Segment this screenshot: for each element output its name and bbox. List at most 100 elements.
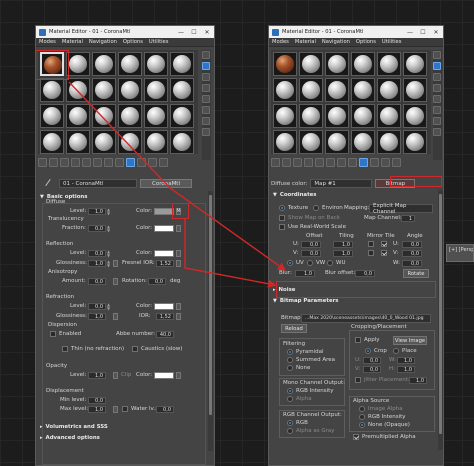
material-sample-slot[interactable] [273, 130, 297, 154]
material-sample-slot[interactable] [299, 130, 323, 154]
material-sample-slot[interactable] [403, 52, 427, 76]
refraction-level-input[interactable]: 0,0 [88, 303, 106, 310]
spinner-arrows-icon[interactable]: ▲ ▼ [107, 260, 111, 268]
thin-checkbox[interactable] [62, 346, 68, 352]
jitter-placement-checkbox[interactable] [355, 377, 361, 383]
make-unique-icon[interactable] [93, 158, 102, 167]
menu-modes[interactable]: Modes [272, 39, 289, 45]
show-end-result-icon[interactable] [370, 158, 379, 167]
crop-u-input[interactable]: 0,0 [363, 357, 381, 364]
rollout-noise[interactable]: ▸ Noise [273, 286, 295, 294]
material-sample-slot[interactable] [40, 104, 64, 128]
material-sample-slot[interactable] [92, 130, 116, 154]
material-sample-slot[interactable] [144, 130, 168, 154]
material-sample-slot[interactable] [92, 52, 116, 76]
material-sample-slot[interactable] [170, 78, 194, 102]
premultiplied-alpha-checkbox[interactable] [353, 434, 359, 440]
minimize-button[interactable]: — [177, 29, 185, 36]
apply-checkbox[interactable] [355, 337, 361, 343]
menu-modes[interactable]: Modes [39, 39, 56, 45]
eyedropper-icon[interactable] [45, 178, 55, 189]
menu-material[interactable]: Material [62, 39, 83, 45]
glossiness-map-button[interactable] [113, 260, 118, 267]
material-sample-slot[interactable] [273, 52, 297, 76]
material-sample-slot[interactable] [66, 52, 90, 76]
diffuse-map-button[interactable]: M [176, 208, 181, 215]
maximize-button[interactable]: ☐ [419, 29, 427, 36]
material-sample-slot[interactable] [377, 52, 401, 76]
go-forward-sibling-icon[interactable] [392, 158, 401, 167]
fraction-input[interactable]: 0,0 [88, 225, 106, 232]
material-sample-slot[interactable] [273, 78, 297, 102]
background-icon[interactable] [433, 73, 441, 81]
place-radio[interactable] [393, 348, 399, 354]
close-button[interactable]: ✕ [203, 29, 211, 36]
fresnel-map-button[interactable] [176, 260, 181, 267]
translucency-map-button[interactable] [176, 225, 181, 232]
none-opaque-radio[interactable] [359, 422, 365, 428]
amount-input[interactable]: 0,0 [88, 278, 106, 285]
material-sample-slot[interactable] [144, 52, 168, 76]
rollout-advanced-options[interactable]: ▸ Advanced options [40, 434, 100, 442]
minimize-button[interactable]: — [406, 29, 414, 36]
crop-w-input[interactable]: 1,0 [397, 357, 415, 364]
scrollbar-thumb[interactable] [209, 195, 212, 415]
background-icon[interactable] [202, 73, 210, 81]
mono-rgb-intensity-radio[interactable] [287, 388, 293, 394]
menu-material[interactable]: Material [295, 39, 316, 45]
v-mirror-checkbox[interactable] [368, 250, 374, 256]
show-shaded-icon[interactable] [359, 158, 368, 167]
bitmap-path-button[interactable]: ...Max 2020\sceneassets\images\40_0_Wood… [301, 314, 431, 323]
crop-v-input[interactable]: 0,0 [363, 366, 381, 373]
material-sample-slot[interactable] [403, 78, 427, 102]
material-sample-slot[interactable] [66, 130, 90, 154]
material-sample-slot[interactable] [377, 78, 401, 102]
reflection-color-swatch[interactable] [154, 250, 174, 257]
reflection-glossiness-input[interactable]: 1,0 [88, 260, 106, 267]
go-to-parent-icon[interactable] [381, 158, 390, 167]
rotation-input[interactable]: 0,0 [148, 278, 166, 285]
rollout-volumetrics-sss[interactable]: ▸ Volumetrics and SSS [40, 423, 108, 431]
material-sample-slot[interactable] [273, 104, 297, 128]
material-sample-slot[interactable] [299, 52, 323, 76]
spinner-arrows-icon[interactable]: ▲ ▼ [107, 225, 111, 233]
alpha-as-gray-radio[interactable] [287, 428, 293, 434]
max-level-input[interactable]: 1,0 [88, 406, 106, 413]
crop-h-input[interactable]: 1,0 [397, 366, 415, 373]
maximize-button[interactable]: ☐ [190, 29, 198, 36]
assign-to-selection-icon[interactable] [293, 158, 302, 167]
refraction-glossiness-map-button[interactable] [113, 313, 118, 320]
material-sample-slot[interactable] [66, 78, 90, 102]
opacity-color-swatch[interactable] [154, 372, 174, 379]
select-by-material-icon[interactable] [433, 128, 441, 136]
refraction-map-button[interactable] [176, 303, 181, 310]
opacity-level-input[interactable]: 1,0 [88, 372, 106, 379]
image-alpha-radio[interactable] [359, 406, 365, 412]
material-sample-slot[interactable] [351, 130, 375, 154]
dispersion-enabled-checkbox[interactable] [50, 331, 56, 337]
pyramidal-radio[interactable] [287, 349, 293, 355]
material-sample-slot[interactable] [92, 78, 116, 102]
reset-map-icon[interactable] [304, 158, 313, 167]
opacity-map-button[interactable] [113, 372, 118, 379]
material-sample-slot[interactable] [118, 78, 142, 102]
put-to-library-icon[interactable] [104, 158, 113, 167]
v-angle-input[interactable]: 0,0 [402, 250, 422, 257]
show-shaded-icon[interactable] [126, 158, 135, 167]
displacement-map-button[interactable] [113, 406, 118, 413]
put-to-library-icon[interactable] [337, 158, 346, 167]
menu-options[interactable]: Options [356, 39, 376, 45]
show-end-result-icon[interactable] [137, 158, 146, 167]
u-tile-checkbox[interactable] [381, 241, 387, 247]
environ-radio[interactable] [313, 205, 319, 211]
material-sample-slot[interactable] [377, 104, 401, 128]
vw-radio[interactable] [307, 260, 313, 266]
panel-scrollbar[interactable] [438, 190, 443, 450]
material-sample-slot[interactable] [351, 104, 375, 128]
material-sample-slot[interactable] [40, 130, 64, 154]
map-type-button[interactable]: Bitmap [375, 179, 416, 188]
put-to-scene-icon[interactable] [282, 158, 291, 167]
put-to-scene-icon[interactable] [49, 158, 58, 167]
material-sample-slot[interactable] [92, 104, 116, 128]
assign-to-selection-icon[interactable] [60, 158, 69, 167]
